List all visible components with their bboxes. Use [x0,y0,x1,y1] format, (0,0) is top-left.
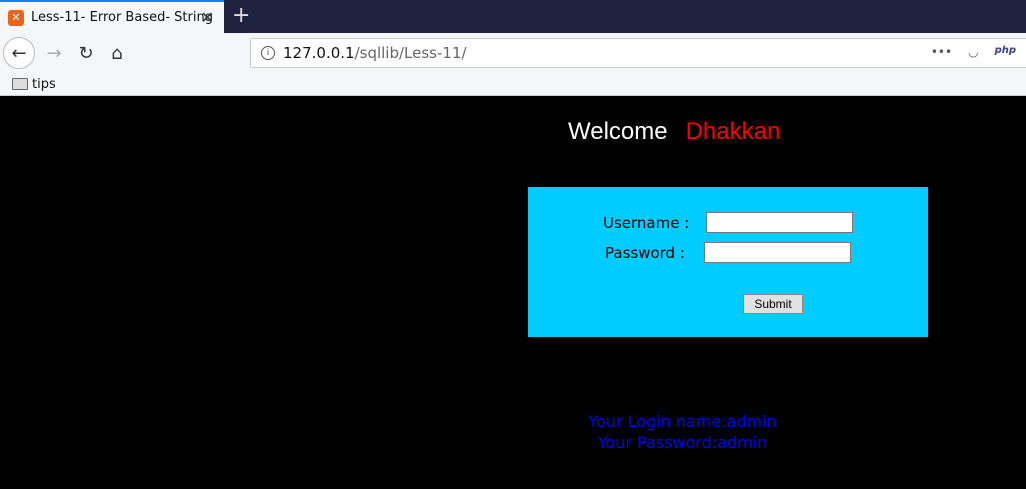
password-input[interactable] [704,242,851,263]
xampp-favicon-icon: ✕ [8,9,24,26]
php-extension-icon[interactable]: php [995,45,1016,59]
login-form: Username : Password : Submit [528,187,928,337]
home-button[interactable]: ⌂ [101,37,133,69]
info-icon[interactable]: i [261,46,275,60]
bookmarks-bar: tips [0,73,1026,96]
welcome-text: Welcome [568,118,668,145]
folder-icon [12,78,28,90]
password-label: Password : [605,244,685,262]
login-name-result: Your Login name:admin [588,412,777,431]
password-result: Your Password:admin [597,433,768,452]
active-tab[interactable]: ✕ Less-11- Error Based- String ✕ [0,0,224,33]
url-bar[interactable]: i 127.0.0.1/sqllib/Less-11/ [250,38,1026,68]
bookmark-tips[interactable]: tips [32,77,56,92]
tab-bar: ✕ Less-11- Error Based- String ✕ + [0,0,1026,33]
url-host: 127.0.0.1 [283,44,355,62]
welcome-heading: Welcome Dhakkan [568,118,780,146]
pocket-icon[interactable]: ◡ [968,45,978,59]
back-button[interactable]: ← [3,37,35,69]
username-input[interactable] [706,212,853,233]
nav-bar: ← → ↻ ⌂ i 127.0.0.1/sqllib/Less-11/ ••• ◡ p… [0,33,1026,73]
reload-button[interactable]: ↻ [70,37,102,69]
welcome-name: Dhakkan [685,118,781,145]
new-tab-button[interactable]: + [232,3,250,28]
username-label: Username : [603,214,690,232]
more-actions-icon[interactable]: ••• [931,45,952,59]
close-tab-icon[interactable]: ✕ [201,8,214,27]
tab-title: Less-11- Error Based- String [31,10,213,25]
forward-button[interactable]: → [38,37,70,69]
submit-button[interactable]: Submit [743,294,803,314]
url-path: /sqllib/Less-11/ [354,44,467,62]
